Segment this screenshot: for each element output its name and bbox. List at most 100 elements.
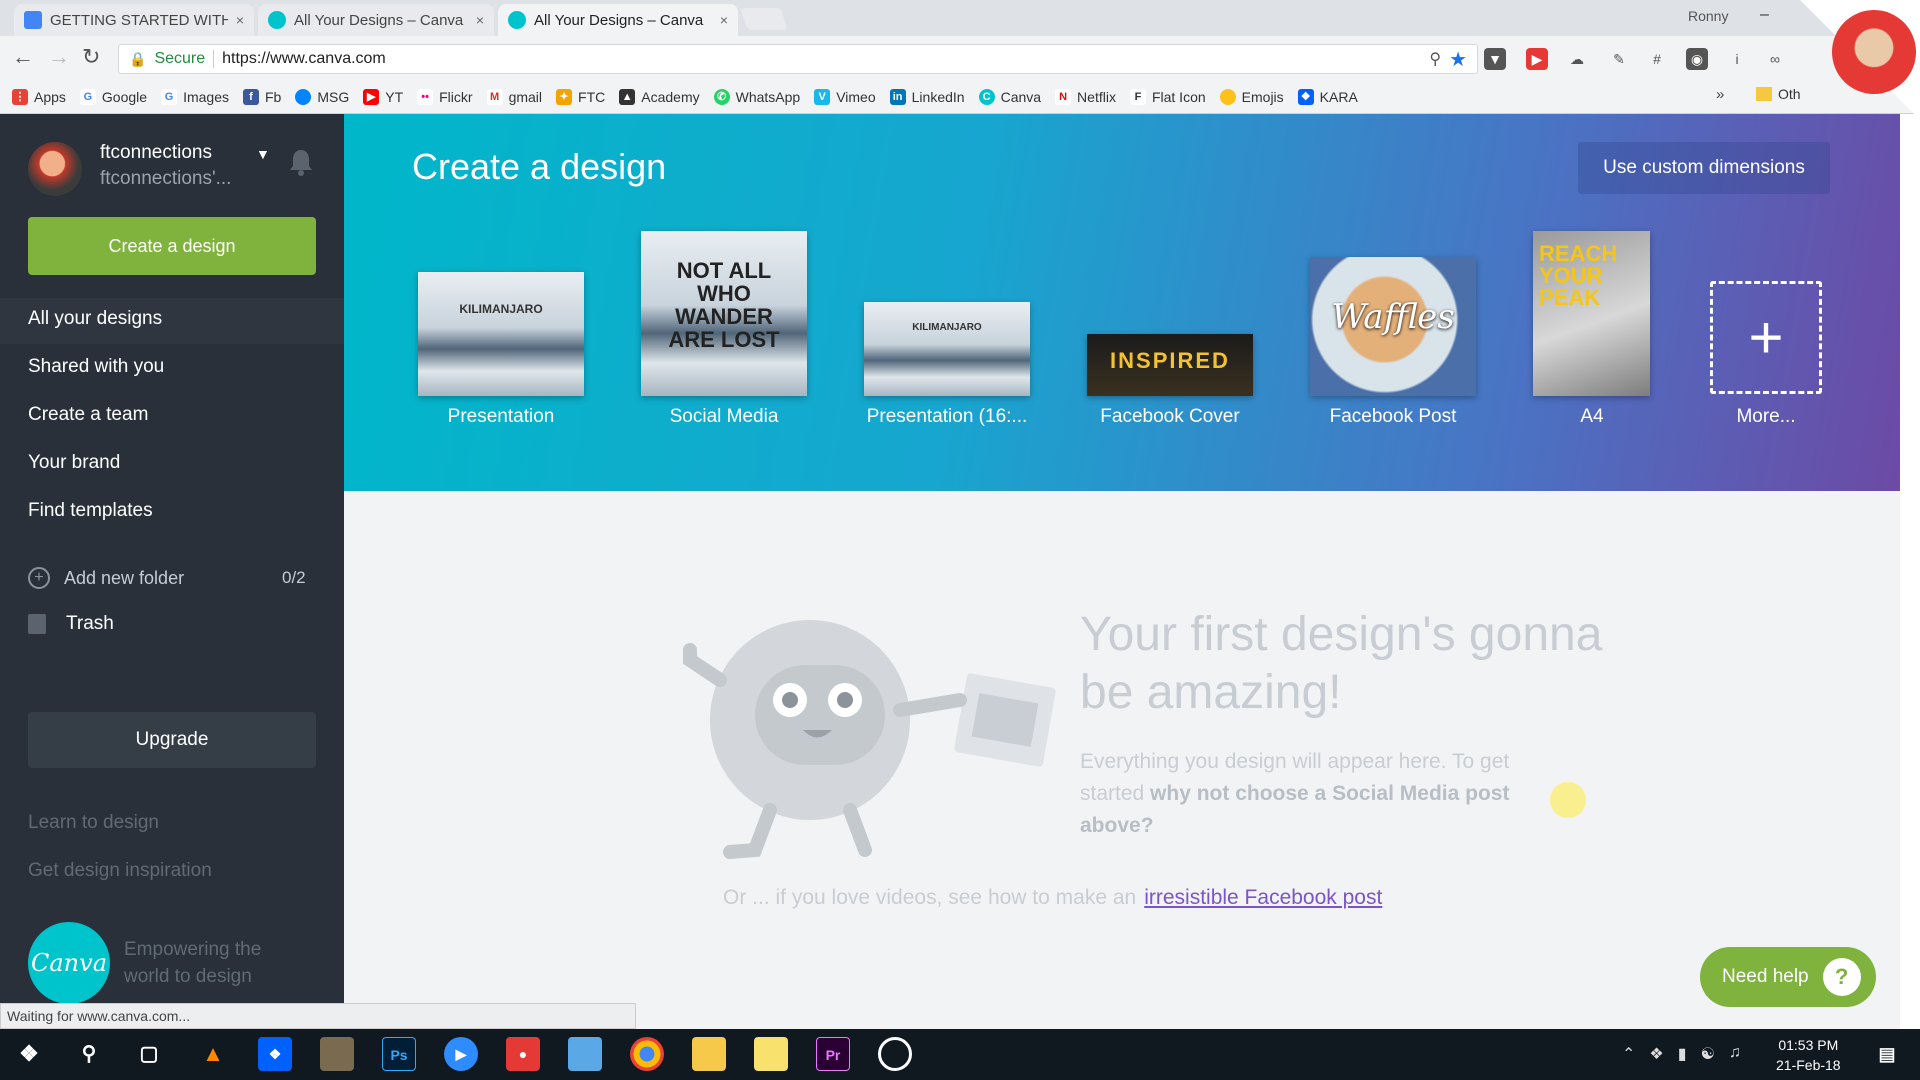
template-thumb-facebook-post[interactable]: Waffles xyxy=(1310,257,1476,396)
sidebar-item-trash[interactable]: Trash xyxy=(28,613,114,635)
volume-icon[interactable]: ♫ xyxy=(1729,1044,1741,1064)
sidebar-item-templates[interactable]: Find templates xyxy=(28,500,153,522)
zoom-icon[interactable]: ⚲ xyxy=(1429,49,1441,69)
pocket-extension-icon[interactable]: ▼ xyxy=(1484,48,1506,70)
inspiration-link[interactable]: Get design inspiration xyxy=(28,860,212,882)
custom-dimensions-button[interactable]: Use custom dimensions xyxy=(1578,142,1830,194)
info-extension-icon[interactable]: i xyxy=(1726,48,1748,70)
upgrade-button[interactable]: Upgrade xyxy=(28,712,316,768)
template-thumb-a4[interactable]: REACH YOUR PEAK xyxy=(1533,231,1650,396)
dropbox-tray-icon[interactable]: ❖ xyxy=(1649,1044,1663,1064)
more-templates-button[interactable]: + xyxy=(1710,281,1822,394)
url-text[interactable]: https://www.canva.com xyxy=(222,50,1421,68)
sidebar-item-all-designs[interactable]: All your designs xyxy=(28,308,162,330)
app-icon[interactable] xyxy=(878,1037,912,1071)
bookmarks-overflow-button[interactable]: » xyxy=(1716,86,1724,103)
chrome-icon[interactable] xyxy=(630,1037,664,1071)
avatar[interactable] xyxy=(28,142,82,196)
photoshop-icon[interactable]: Ps xyxy=(382,1037,416,1071)
add-folder-button[interactable]: + Add new folder xyxy=(28,567,184,589)
user-team-name[interactable]: ftconnections'... xyxy=(100,168,231,190)
bookmark-canva[interactable]: C Canva xyxy=(978,88,1041,105)
template-label[interactable]: Presentation (16:... xyxy=(847,406,1047,428)
zoom-app-icon[interactable]: ▶ xyxy=(444,1037,478,1071)
sidebar-item-brand[interactable]: Your brand xyxy=(28,452,120,474)
dropbox-icon[interactable]: ❖ xyxy=(258,1037,292,1071)
bookmark-flaticon[interactable]: F Flat Icon xyxy=(1129,88,1206,105)
app-icon[interactable] xyxy=(568,1037,602,1071)
bell-icon[interactable] xyxy=(288,148,314,176)
bookmark-academy[interactable]: ▲ Academy xyxy=(619,88,700,105)
template-thumb-facebook-cover[interactable]: INSPIRED xyxy=(1087,334,1253,396)
premiere-icon[interactable]: Pr xyxy=(816,1037,850,1071)
template-thumb-presentation[interactable]: KILIMANJARO xyxy=(418,272,584,396)
vlc-icon[interactable]: ▲ xyxy=(196,1037,230,1071)
chevron-down-icon[interactable]: ▼ xyxy=(256,146,270,162)
bookmark-whatsapp[interactable]: ✆ WhatsApp xyxy=(713,88,800,105)
forward-icon[interactable]: → xyxy=(48,44,70,70)
task-view-icon[interactable]: ▢ xyxy=(132,1037,166,1071)
shield-extension-icon[interactable]: ◉ xyxy=(1686,48,1708,70)
clock[interactable]: 01:53 PM 21-Feb-18 xyxy=(1776,1035,1841,1075)
bookmark-linkedin[interactable]: in LinkedIn xyxy=(889,88,965,105)
link-extension-icon[interactable]: ∞ xyxy=(1764,48,1786,70)
hash-extension-icon[interactable]: # xyxy=(1646,48,1668,70)
cloud-extension-icon[interactable]: ☁ xyxy=(1566,48,1588,70)
bookmark-apps[interactable]: ⋮ Apps xyxy=(12,88,66,105)
bookmark-kara[interactable]: ❖ KARA xyxy=(1297,88,1358,105)
template-label[interactable]: Social Media xyxy=(624,406,824,428)
pen-extension-icon[interactable]: ✎ xyxy=(1608,48,1630,70)
app-icon[interactable] xyxy=(320,1037,354,1071)
user-name[interactable]: ftconnections xyxy=(100,142,212,164)
bookmark-images[interactable]: G Images xyxy=(161,88,229,105)
windows-start-icon[interactable]: ❖ xyxy=(12,1037,46,1071)
minimize-button[interactable]: – xyxy=(1760,6,1769,24)
template-label[interactable]: Presentation xyxy=(401,406,601,428)
reload-icon[interactable]: ↻ xyxy=(82,44,100,70)
screen-recorder-icon[interactable]: ● xyxy=(506,1037,540,1071)
facebook-post-link[interactable]: irresistible Facebook post xyxy=(1144,886,1382,910)
template-label[interactable]: Facebook Cover xyxy=(1070,406,1270,428)
bookmark-msg[interactable]: MSG xyxy=(295,88,349,105)
template-label[interactable]: A4 xyxy=(1492,406,1692,428)
close-icon[interactable]: × xyxy=(236,12,244,28)
file-explorer-icon[interactable] xyxy=(692,1037,726,1071)
sidebar-item-shared[interactable]: Shared with you xyxy=(28,356,164,378)
bookmark-vimeo[interactable]: V Vimeo xyxy=(814,88,876,105)
system-tray[interactable]: ⌃ ❖ ▮ ☯ ♫ xyxy=(1622,1044,1741,1064)
bookmark-gmail[interactable]: Mgmail xyxy=(486,88,542,105)
browser-tab-3[interactable]: All Your Designs – Canva × xyxy=(498,4,738,36)
bookmark-flickr[interactable]: •• Flickr xyxy=(417,88,473,105)
sticky-notes-icon[interactable] xyxy=(754,1037,788,1071)
omnibox[interactable]: 🔒 Secure https://www.canva.com ⚲ ★ xyxy=(118,44,1478,74)
browser-tab-1[interactable]: GETTING STARTED WITH × xyxy=(14,4,254,36)
video-extension-icon[interactable]: ▶ xyxy=(1526,48,1548,70)
bookmark-netflix[interactable]: N Netflix xyxy=(1055,88,1116,105)
other-bookmarks[interactable]: Oth xyxy=(1756,86,1801,102)
bookmark-star-icon[interactable]: ★ xyxy=(1449,47,1467,72)
wifi-icon[interactable]: ☯ xyxy=(1701,1044,1715,1064)
create-design-button[interactable]: Create a design xyxy=(28,217,316,275)
battery-icon[interactable]: ▮ xyxy=(1678,1044,1687,1064)
need-help-button[interactable]: Need help? xyxy=(1700,947,1876,1007)
browser-tab-2[interactable]: All Your Designs – Canva × xyxy=(258,4,494,36)
browser-profile-name[interactable]: Ronny xyxy=(1688,8,1728,24)
bookmark-yt[interactable]: ▶ YT xyxy=(363,88,403,105)
learn-link[interactable]: Learn to design xyxy=(28,812,159,834)
bookmark-ftc[interactable]: ✦ FTC xyxy=(556,88,605,105)
template-label[interactable]: More... xyxy=(1666,406,1866,428)
chevron-up-icon[interactable]: ⌃ xyxy=(1622,1044,1635,1064)
bookmark-emojis[interactable]: Emojis xyxy=(1219,88,1284,105)
bookmark-google[interactable]: G Google xyxy=(79,88,147,105)
bookmark-fb[interactable]: f Fb xyxy=(243,88,281,105)
template-label[interactable]: Facebook Post xyxy=(1293,406,1493,428)
back-icon[interactable]: ← xyxy=(12,44,34,70)
close-icon[interactable]: × xyxy=(720,12,728,28)
template-thumb-social-media[interactable]: NOT ALL WHO WANDER ARE LOST xyxy=(641,231,807,396)
template-thumb-presentation-169[interactable]: KILIMANJARO xyxy=(864,302,1030,396)
sidebar-item-create-team[interactable]: Create a team xyxy=(28,404,148,426)
notifications-icon[interactable]: ▤ xyxy=(1870,1037,1904,1071)
new-tab-button[interactable] xyxy=(740,8,788,30)
canva-logo[interactable]: Canva xyxy=(28,922,110,1004)
close-icon[interactable]: × xyxy=(476,12,484,28)
